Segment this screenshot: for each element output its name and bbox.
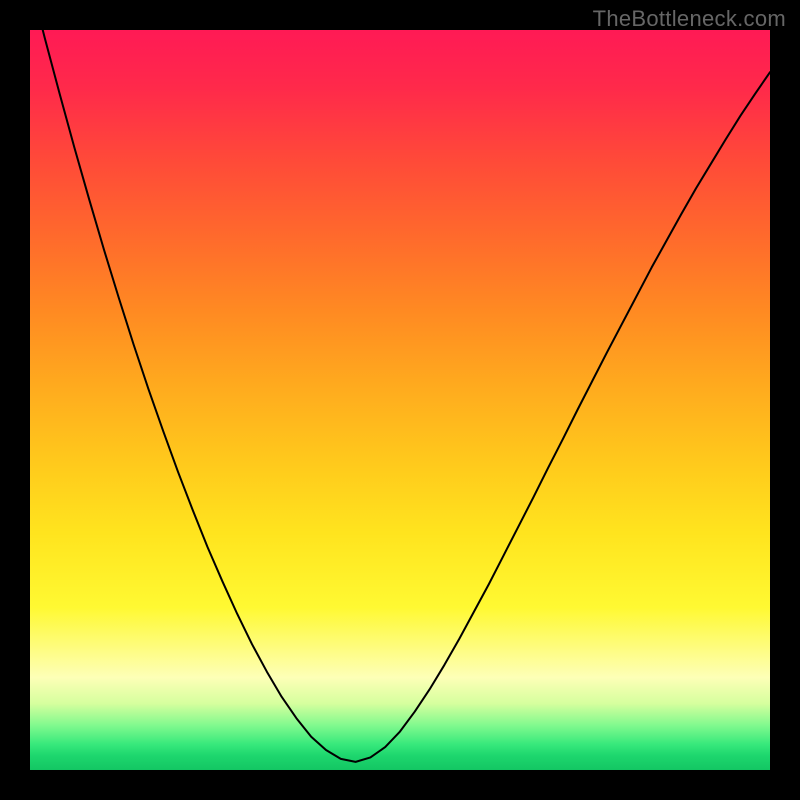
watermark-text: TheBottleneck.com: [593, 6, 786, 32]
chart-svg: [30, 30, 770, 770]
chart-plot-area: [30, 30, 770, 770]
bottleneck-curve: [30, 30, 770, 762]
